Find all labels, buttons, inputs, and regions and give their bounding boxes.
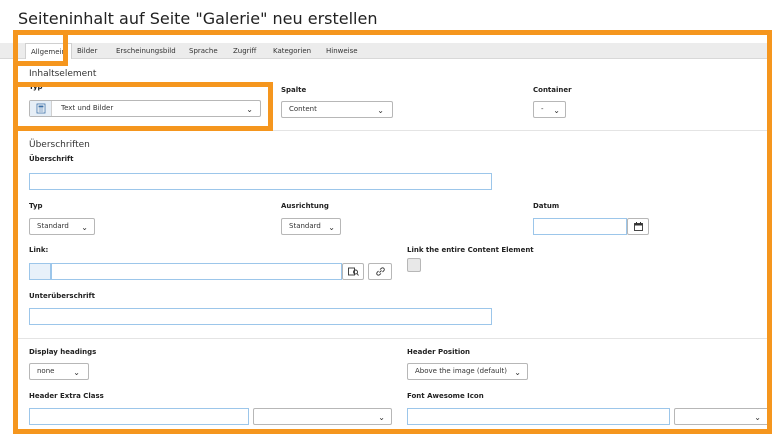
content-type-highlight	[13, 82, 273, 131]
page-title: Seiteninhalt auf Seite "Galerie" neu ers…	[18, 9, 378, 28]
tab-highlight	[13, 30, 68, 66]
